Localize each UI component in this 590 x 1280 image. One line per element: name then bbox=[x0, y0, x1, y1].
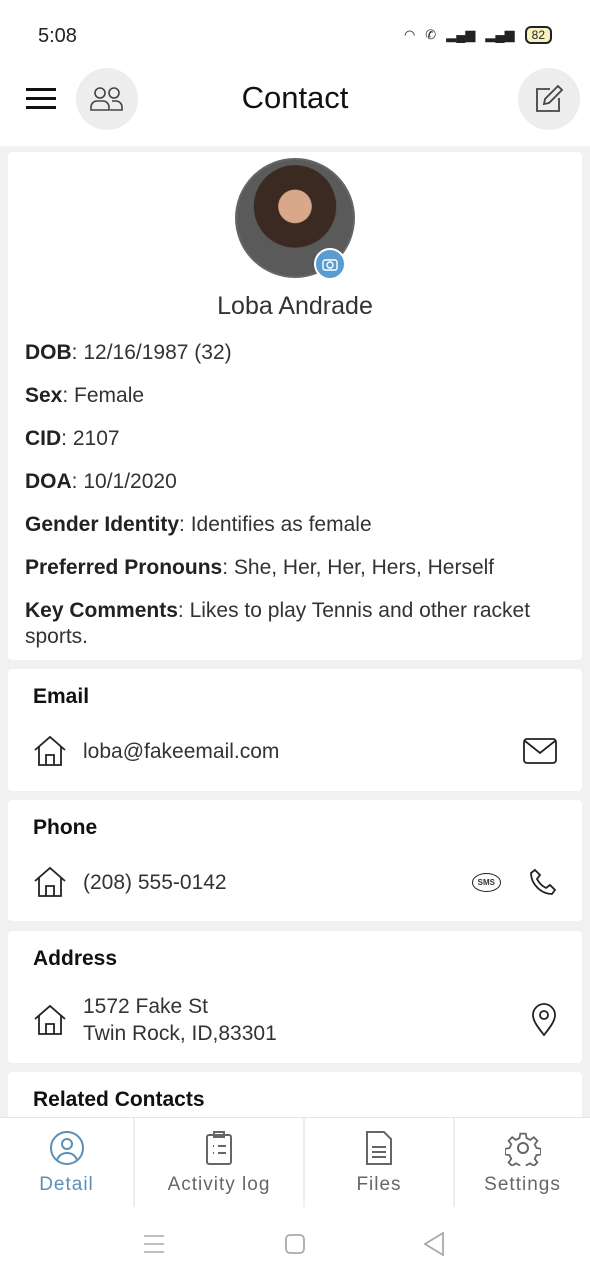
signal-icon: ▂▄▆ bbox=[485, 27, 515, 42]
tab-settings[interactable]: Settings bbox=[455, 1118, 590, 1207]
home-nav-icon[interactable] bbox=[285, 1234, 305, 1254]
contact-name: Loba Andrade bbox=[217, 292, 373, 320]
recents-icon[interactable] bbox=[144, 1235, 164, 1253]
edit-button[interactable] bbox=[518, 68, 580, 130]
address-value[interactable]: 1572 Fake St Twin Rock, ID,83301 bbox=[83, 993, 531, 1047]
file-icon bbox=[366, 1130, 392, 1165]
user-circle-icon bbox=[49, 1130, 84, 1165]
tab-activity-log[interactable]: Activity log bbox=[135, 1118, 305, 1207]
field-key-comments: Key Comments: Likes to play Tennis and o… bbox=[25, 599, 531, 648]
email-card: Email loba@fakeemail.com bbox=[8, 669, 582, 791]
bottom-tab-bar: Detail Activity log Files Settings bbox=[0, 1117, 590, 1207]
phone-icon[interactable] bbox=[529, 868, 557, 896]
battery-icon: 82 bbox=[524, 26, 552, 44]
section-title: Related Contacts bbox=[33, 1088, 205, 1111]
sms-icon[interactable]: SMS bbox=[471, 872, 501, 892]
map-pin-icon[interactable] bbox=[531, 1003, 557, 1037]
signal-icon: ▂▄▆ bbox=[446, 27, 476, 42]
home-icon bbox=[34, 866, 66, 897]
section-title: Email bbox=[33, 685, 90, 708]
home-icon bbox=[34, 1004, 66, 1035]
back-icon[interactable] bbox=[424, 1232, 444, 1256]
call-icon: ✆ bbox=[425, 27, 437, 42]
gear-icon bbox=[504, 1132, 541, 1166]
email-value[interactable]: loba@fakeemail.com bbox=[83, 738, 523, 765]
section-title: Phone bbox=[33, 816, 98, 839]
phone-value[interactable]: (208) 555-0142 bbox=[83, 869, 472, 896]
phone-card: Phone (208) 555-0142 SMS bbox=[8, 800, 582, 921]
address-card: Address 1572 Fake St Twin Rock, ID,83301 bbox=[8, 931, 582, 1063]
field-cid: CID: 2107 bbox=[25, 427, 120, 450]
home-icon bbox=[34, 735, 66, 766]
field-sex: Sex: Female bbox=[25, 384, 145, 407]
section-title: Address bbox=[33, 947, 118, 970]
profile-card: Loba Andrade DOB: 12/16/1987 (32) Sex: F… bbox=[8, 152, 582, 660]
field-dob: DOB: 12/16/1987 (32) bbox=[25, 341, 232, 364]
mail-icon[interactable] bbox=[523, 738, 557, 764]
field-pronouns: Preferred Pronouns: She, Her, Her, Hers,… bbox=[25, 556, 495, 579]
profile-fields: DOB: 12/16/1987 (32) Sex: Female CID: 21… bbox=[25, 340, 568, 667]
app-header: Contact bbox=[0, 66, 590, 146]
system-nav-bar bbox=[0, 1207, 590, 1280]
edit-icon bbox=[536, 84, 564, 112]
tab-files[interactable]: Files bbox=[305, 1118, 455, 1207]
camera-button[interactable] bbox=[314, 248, 346, 280]
tab-detail[interactable]: Detail bbox=[0, 1118, 135, 1207]
clipboard-icon bbox=[206, 1130, 232, 1165]
field-gender-identity: Gender Identity: Identifies as female bbox=[25, 513, 372, 536]
wifi-icon: ◠ bbox=[403, 27, 416, 42]
page-title: Contact bbox=[241, 80, 349, 115]
camera-icon bbox=[322, 259, 338, 271]
field-doa: DOA: 10/1/2020 bbox=[25, 470, 177, 493]
status-time: 5:08 bbox=[38, 25, 77, 47]
status-bar: 5:08 ◠ ✆ ▂▄▆ ▂▄▆ 82 bbox=[0, 0, 590, 66]
